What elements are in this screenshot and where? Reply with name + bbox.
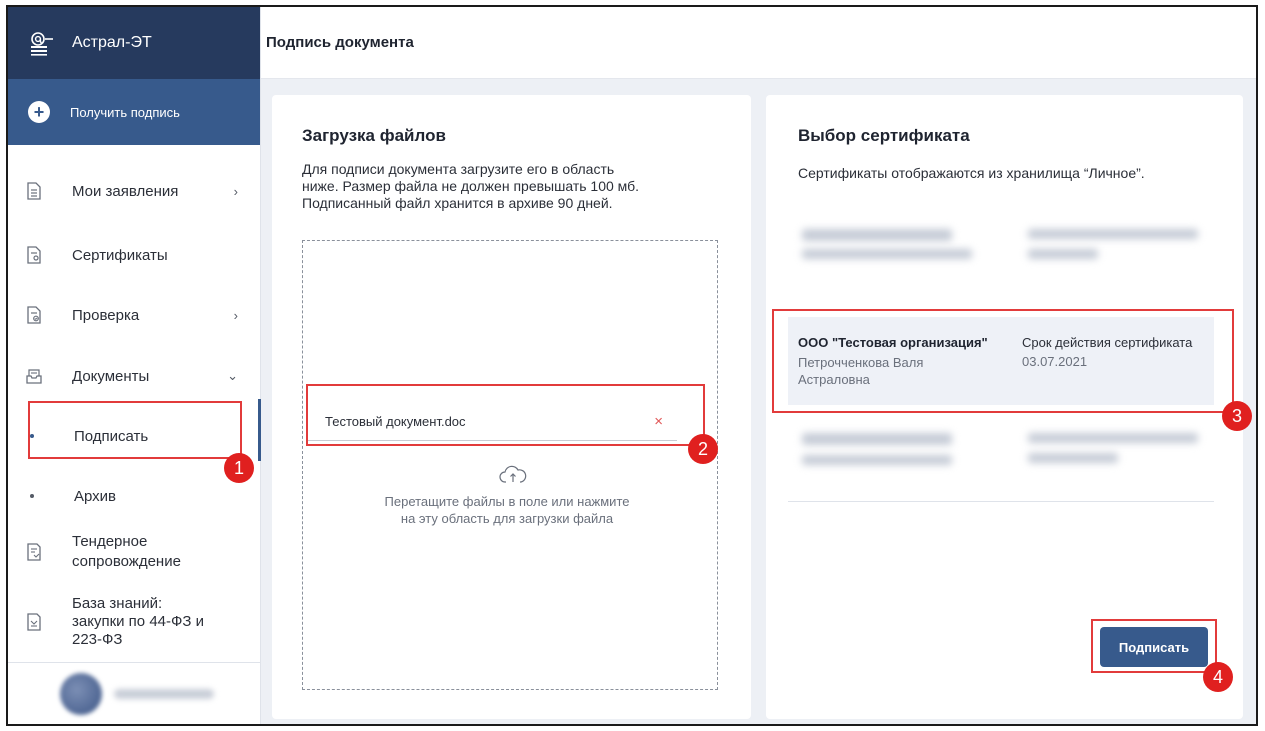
sidebar-item-documents[interactable]: Документы ⌄ xyxy=(8,349,260,403)
chevron-right-icon: › xyxy=(233,307,238,323)
active-indicator xyxy=(258,399,261,461)
sidebar-item-verification[interactable]: Проверка › xyxy=(8,289,260,341)
chevron-right-icon: › xyxy=(233,183,238,199)
sidebar-item-label: Архив xyxy=(74,487,117,505)
sidebar-item-label: Сертификаты xyxy=(72,246,168,264)
user-name-blurred xyxy=(114,688,214,699)
user-profile[interactable] xyxy=(8,662,260,724)
annotation-badge-1: 1 xyxy=(224,453,254,483)
plus-icon: + xyxy=(28,101,50,123)
sidebar-item-applications[interactable]: Мои заявления › xyxy=(8,165,260,217)
annotation-box-4 xyxy=(1091,619,1217,673)
label-line: База знаний: xyxy=(72,595,163,612)
description-line: Подписанный файл хранится в архиве 90 дн… xyxy=(302,195,613,211)
app-name: Астрал-ЭТ xyxy=(72,34,152,51)
annotation-badge-2: 2 xyxy=(688,434,718,464)
annotation-box-3 xyxy=(772,309,1234,413)
chevron-down-icon: ⌄ xyxy=(227,368,238,383)
label-line: 223-ФЗ xyxy=(72,631,123,648)
description-line: ниже. Размер файла не должен превышать 1… xyxy=(302,178,640,194)
avatar xyxy=(60,672,102,715)
certificate-icon xyxy=(27,246,41,264)
sidebar-item-certificates[interactable]: Сертификаты xyxy=(8,229,260,281)
sidebar-item-label: Мои заявления xyxy=(72,182,179,200)
knowledge-base-icon xyxy=(27,613,41,631)
sidebar-item-label: Документы xyxy=(72,367,150,385)
annotation-box-2 xyxy=(306,384,705,446)
label-line: закупки по 44-ФЗ и xyxy=(72,613,205,630)
documents-tray-icon xyxy=(26,369,42,384)
sidebar-item-archive[interactable]: Архив xyxy=(8,471,260,521)
brand-header[interactable]: Астрал-ЭТ xyxy=(8,7,260,79)
certificate-divider xyxy=(788,501,1214,502)
label-line: Тендерное xyxy=(72,533,148,550)
annotation-badge-3: 3 xyxy=(1222,401,1252,431)
hint-line: на эту область для загрузки файла xyxy=(400,511,614,526)
astral-logo-icon xyxy=(31,32,53,56)
cloud-upload-icon xyxy=(499,465,527,483)
sidebar-item-label: Проверка xyxy=(72,306,140,324)
upload-description: Для подписи документа загрузите его в об… xyxy=(302,161,639,212)
page-header: Подпись документа xyxy=(261,7,1256,79)
hint-line: Перетащите файлы в поле или нажмите xyxy=(384,494,630,509)
get-signature-label: Получить подпись xyxy=(70,104,180,120)
app-window: Астрал-ЭТ + Получить подпись Мои заявлен… xyxy=(6,5,1258,726)
document-icon xyxy=(27,182,41,200)
annotation-box-1 xyxy=(28,401,242,459)
certificate-item-blurred[interactable] xyxy=(788,425,1214,513)
sidebar: Астрал-ЭТ + Получить подпись Мои заявлен… xyxy=(8,7,261,724)
certificate-title: Выбор сертификата xyxy=(798,126,970,145)
label-line: сопровождение xyxy=(72,553,181,570)
tender-icon xyxy=(27,543,41,561)
sidebar-item-tender[interactable]: Тендерное сопровождение xyxy=(8,525,260,579)
sidebar-item-knowledge-base[interactable]: База знаний: закупки по 44-ФЗ и 223-ФЗ xyxy=(8,593,260,657)
certificate-item-blurred[interactable] xyxy=(788,221,1214,309)
dropzone-hint: Перетащите файлы в поле или нажмите на э… xyxy=(362,493,652,527)
annotation-badge-4: 4 xyxy=(1203,662,1233,692)
page-title: Подпись документа xyxy=(266,34,414,51)
get-signature-button[interactable]: + Получить подпись xyxy=(8,79,260,145)
sidebar-item-label: База знаний: закупки по 44-ФЗ и 223-ФЗ xyxy=(72,595,204,649)
upload-title: Загрузка файлов xyxy=(302,126,446,145)
sidebar-item-label: Тендерное сопровождение xyxy=(72,532,181,572)
bullet-icon xyxy=(30,494,34,498)
certificate-description: Сертификаты отображаются из хранилища “Л… xyxy=(798,165,1145,181)
document-check-icon xyxy=(27,306,41,324)
description-line: Для подписи документа загрузите его в об… xyxy=(302,161,615,177)
